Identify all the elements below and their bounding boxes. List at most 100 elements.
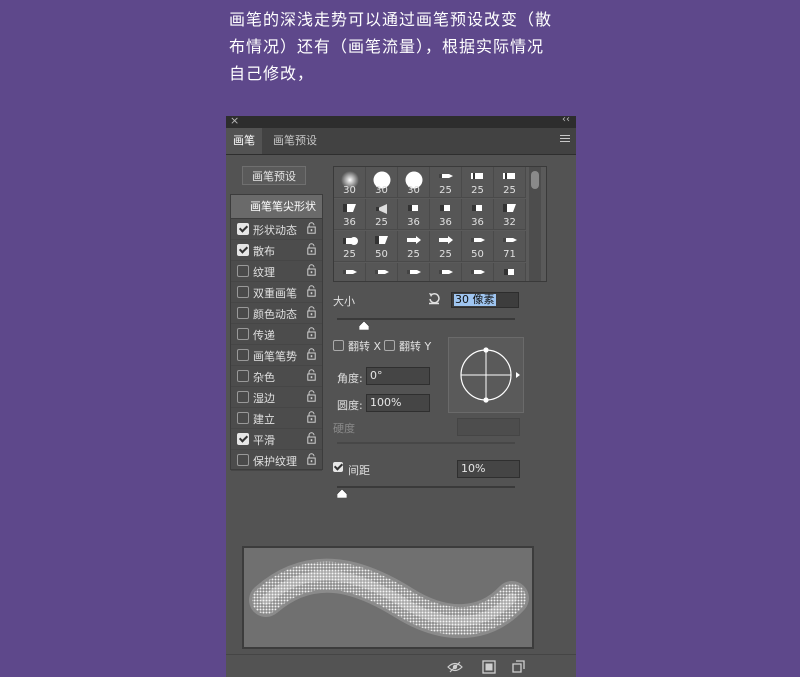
panel-menu-icon[interactable]	[560, 135, 570, 144]
size-value: 30 像素	[454, 293, 496, 306]
lock-icon[interactable]	[307, 264, 316, 276]
reset-size-icon[interactable]	[427, 291, 441, 305]
brush-option-item[interactable]: 形状动态	[231, 219, 322, 240]
lock-icon[interactable]	[307, 222, 316, 234]
brush-tip-cell[interactable]: 25	[494, 167, 526, 198]
brush-tip-cell[interactable]: 36	[334, 199, 366, 230]
brush-presets-button[interactable]: 画笔预设	[242, 166, 306, 185]
brush-option-item[interactable]: 平滑	[231, 429, 322, 450]
brush-tip-icon	[501, 235, 519, 248]
option-label: 湿边	[253, 392, 275, 405]
lock-icon[interactable]	[307, 453, 316, 465]
brush-tip-cell[interactable]: 36	[430, 199, 462, 230]
lock-icon[interactable]	[307, 348, 316, 360]
brush-tip-cell[interactable]: 36	[462, 199, 494, 230]
brush-tip-icon	[405, 235, 423, 248]
eye-icon[interactable]	[446, 660, 464, 674]
brush-tip-size: 36	[343, 217, 356, 228]
size-slider-thumb[interactable]	[358, 321, 369, 330]
brush-option-item[interactable]: 保护纹理	[231, 450, 322, 471]
option-checkbox[interactable]	[237, 412, 249, 424]
brush-tip-cell[interactable]: 25	[398, 231, 430, 262]
brush-tip-icon	[501, 203, 519, 216]
lock-icon[interactable]	[307, 327, 316, 339]
brush-tip-cell[interactable]: 25	[462, 167, 494, 198]
brush-option-item[interactable]: 湿边	[231, 387, 322, 408]
new-brush-icon[interactable]	[511, 660, 525, 674]
brush-tip-cell[interactable]: 32	[494, 199, 526, 230]
angle-label: 角度:	[337, 372, 363, 385]
brush-tip-cell[interactable]: 30	[334, 167, 366, 198]
brush-tip-cell[interactable]: 71	[494, 231, 526, 262]
spacing-slider-track[interactable]	[337, 486, 515, 488]
option-checkbox[interactable]	[237, 433, 249, 445]
caption-line: 布情况）还有（画笔流量），根据实际情况	[229, 37, 545, 56]
lock-icon[interactable]	[307, 285, 316, 297]
tab-brush[interactable]: 画笔	[226, 128, 262, 154]
brush-tip-cell[interactable]: 50	[366, 231, 398, 262]
brush-option-item[interactable]: 建立	[231, 408, 322, 429]
size-slider-track[interactable]	[337, 318, 515, 320]
lock-icon[interactable]	[307, 432, 316, 444]
lock-icon[interactable]	[307, 306, 316, 318]
close-icon[interactable]: ×	[230, 116, 239, 127]
option-checkbox[interactable]	[237, 454, 249, 466]
lock-icon[interactable]	[307, 369, 316, 381]
hardness-input	[457, 418, 520, 436]
brush-option-item[interactable]: 纹理	[231, 261, 322, 282]
lock-icon[interactable]	[307, 411, 316, 423]
brush-option-item[interactable]: 散布	[231, 240, 322, 261]
brush-tip-cell[interactable]	[366, 263, 398, 281]
brush-tip-cell[interactable]	[334, 263, 366, 281]
spacing-slider-thumb[interactable]	[337, 489, 348, 498]
option-checkbox[interactable]	[237, 244, 249, 256]
angle-input[interactable]: 0°	[366, 367, 430, 385]
hardness-label: 硬度	[333, 422, 355, 435]
brush-option-item[interactable]: 传递	[231, 324, 322, 345]
brush-option-item[interactable]: 颜色动态	[231, 303, 322, 324]
brush-tip-cell[interactable]: 25	[366, 199, 398, 230]
lock-icon[interactable]	[307, 390, 316, 402]
brush-tip-cell[interactable]	[430, 263, 462, 281]
brush-tip-cell[interactable]: 36	[398, 199, 430, 230]
brush-option-item[interactable]: 双重画笔	[231, 282, 322, 303]
brush-tip-size: 50	[375, 249, 388, 260]
brush-tip-size: 25	[471, 185, 484, 196]
brush-option-item[interactable]: 杂色	[231, 366, 322, 387]
spacing-input[interactable]: 10%	[457, 460, 520, 478]
option-checkbox[interactable]	[237, 391, 249, 403]
brush-tip-icon	[373, 235, 391, 248]
size-input[interactable]: 30 像素	[451, 292, 519, 308]
option-checkbox[interactable]	[237, 328, 249, 340]
brush-tip-cell[interactable]	[494, 263, 526, 281]
brush-tip-cell[interactable]: 50	[462, 231, 494, 262]
brush-tip-size: 30	[407, 185, 420, 196]
tab-brush-presets[interactable]: 画笔预设	[266, 128, 324, 154]
lock-icon[interactable]	[307, 243, 316, 255]
brush-tip-cell[interactable]: 30	[398, 167, 430, 198]
spacing-checkbox[interactable]	[333, 462, 343, 472]
brush-tip-shape-item[interactable]: 画笔笔尖形状	[231, 195, 322, 219]
panel-bottom-bar	[226, 654, 576, 677]
angle-roundness-widget[interactable]	[448, 337, 524, 413]
option-checkbox[interactable]	[237, 265, 249, 277]
option-label: 传递	[253, 329, 275, 342]
brush-tip-cell[interactable]	[462, 263, 494, 281]
grid-icon[interactable]	[482, 660, 496, 674]
brush-grid-scrollbar[interactable]	[529, 167, 541, 281]
brush-tip-cell[interactable]	[398, 263, 430, 281]
brush-tip-cell[interactable]: 25	[334, 231, 366, 262]
option-checkbox[interactable]	[237, 286, 249, 298]
option-checkbox[interactable]	[237, 307, 249, 319]
option-checkbox[interactable]	[237, 370, 249, 382]
brush-tip-cell[interactable]: 30	[366, 167, 398, 198]
brush-tip-cell[interactable]: 25	[430, 231, 462, 262]
option-checkbox[interactable]	[237, 349, 249, 361]
hardness-slider-track	[337, 442, 515, 444]
brush-option-item[interactable]: 画笔笔势	[231, 345, 322, 366]
option-checkbox[interactable]	[237, 223, 249, 235]
brush-tip-size: 36	[471, 217, 484, 228]
collapse-icon[interactable]: ‹‹	[562, 116, 570, 125]
roundness-input[interactable]: 100%	[366, 394, 430, 412]
brush-tip-cell[interactable]: 25	[430, 167, 462, 198]
